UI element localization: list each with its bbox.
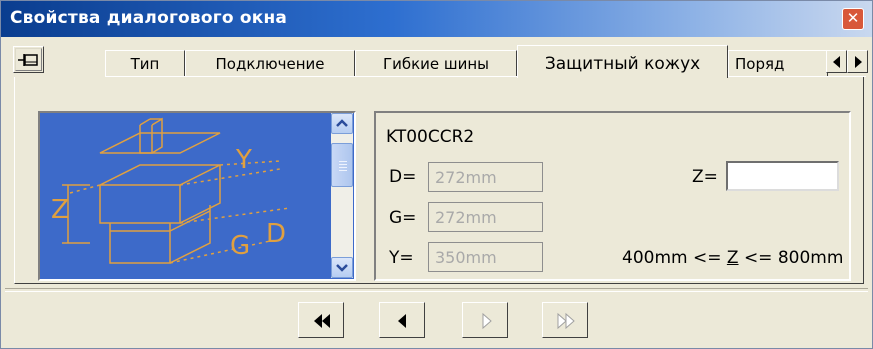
- prev-icon: [398, 314, 406, 328]
- z-range-var: Z: [726, 248, 739, 268]
- label-d: D: [266, 219, 287, 249]
- title-bar[interactable]: Свойства диалогового окна ✕: [1, 1, 872, 37]
- footer-divider: [5, 288, 868, 292]
- close-button[interactable]: ✕: [842, 8, 864, 30]
- z-range-suffix: <= 800mm: [743, 248, 844, 268]
- product-code: KT00CCR2: [386, 127, 475, 147]
- z-input[interactable]: [726, 161, 839, 191]
- tab-connection[interactable]: Подключение: [185, 50, 355, 76]
- arrow-left-icon: [833, 56, 840, 68]
- label-g: G: [230, 231, 251, 261]
- pin-icon: [18, 54, 38, 66]
- y-field: 350mm: [428, 242, 543, 272]
- cover-preview: Y Z G D: [38, 111, 356, 281]
- d-label: D=: [389, 167, 417, 187]
- chevron-up-icon: [336, 119, 348, 127]
- parameters-group: KT00CCR2 D= 272mm G= 272mm Y= 350mm Z= 4…: [374, 111, 851, 281]
- z-label: Z=: [692, 167, 718, 187]
- first-record-button[interactable]: [298, 302, 344, 338]
- next-record-button[interactable]: [462, 302, 508, 338]
- y-label: Y=: [389, 248, 414, 268]
- d-field: 272mm: [428, 162, 543, 192]
- tab-protective-cover[interactable]: Защитный кожух: [517, 45, 728, 78]
- window-title: Свойства диалогового окна: [10, 8, 288, 28]
- z-range-prefix: 400mm <=: [622, 248, 722, 268]
- scroll-thumb[interactable]: [331, 143, 353, 187]
- tab-type[interactable]: Тип: [105, 50, 185, 76]
- g-field: 272mm: [428, 202, 543, 232]
- z-range-text: 400mm <= Z <= 800mm: [622, 248, 843, 268]
- tab-scroll-left-button[interactable]: [826, 50, 847, 73]
- dialog-window: Свойства диалогового окна ✕ Тип Подключе…: [0, 0, 873, 349]
- rewind-icon: [314, 314, 330, 328]
- pin-button[interactable]: [13, 46, 44, 73]
- close-icon: ✕: [846, 9, 860, 27]
- cover-drawing: [62, 117, 291, 264]
- previous-record-button[interactable]: [379, 302, 425, 338]
- scroll-up-button[interactable]: [331, 113, 353, 134]
- arrow-right-icon: [855, 56, 862, 68]
- next-icon: [482, 312, 492, 330]
- last-record-button[interactable]: [542, 302, 588, 338]
- chevron-down-icon: [336, 264, 348, 272]
- tab-order[interactable]: Поряд: [728, 50, 828, 76]
- preview-scrollbar[interactable]: [331, 113, 353, 278]
- tab-flexible-bars[interactable]: Гибкие шины: [355, 50, 517, 76]
- label-y: Y: [236, 145, 252, 175]
- scroll-down-button[interactable]: [331, 257, 353, 278]
- g-label: G=: [389, 208, 417, 228]
- label-z: Z: [51, 195, 69, 225]
- fast-forward-icon: [557, 312, 575, 330]
- tab-scroll-right-button[interactable]: [847, 50, 868, 73]
